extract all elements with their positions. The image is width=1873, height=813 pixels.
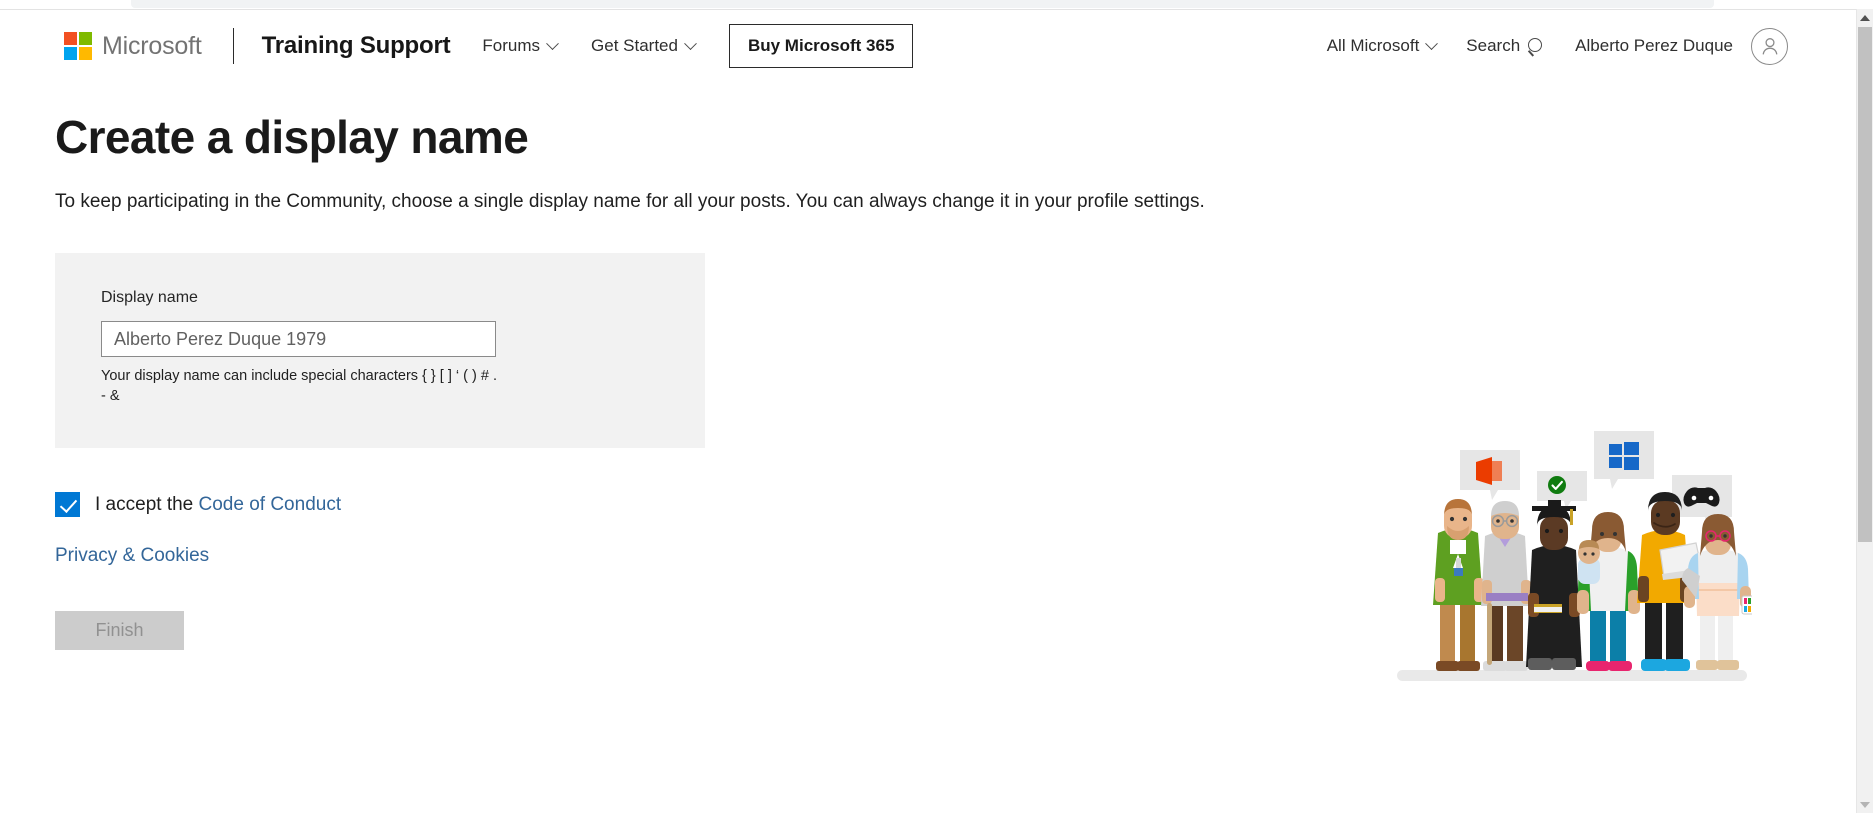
scrollbar-down-button[interactable] [1857, 796, 1873, 813]
header-divider [232, 28, 234, 64]
baby [1578, 540, 1600, 584]
privacy-and-cookies-link[interactable]: Privacy & Cookies [55, 545, 209, 567]
person-6 [1682, 514, 1755, 670]
person-4 [1577, 512, 1640, 671]
bubble-office [1460, 450, 1520, 500]
bubble-check [1537, 471, 1587, 509]
microsoft-logo-icon [64, 32, 92, 60]
triangle-up-icon [1860, 14, 1870, 21]
community-people-illustration [1392, 418, 1755, 703]
search-icon [1528, 37, 1545, 55]
browser-chrome-sliver [0, 0, 1873, 9]
accept-prefix: I accept the [95, 493, 194, 515]
buy-microsoft-365-button[interactable]: Buy Microsoft 365 [728, 24, 914, 68]
all-microsoft-label: All Microsoft [1326, 36, 1420, 55]
site-name-link[interactable]: Training Support [262, 32, 451, 60]
person-1 [1433, 499, 1484, 671]
scrollbar-thumb[interactable] [1858, 27, 1872, 542]
code-of-conduct-link[interactable]: Code of Conduct [199, 494, 342, 515]
accept-label: I accept the Code of Conduct [95, 494, 341, 516]
chevron-down-icon [1425, 36, 1439, 50]
page-subtitle: To keep participating in the Community, … [55, 190, 1205, 212]
accept-checkbox[interactable] [55, 492, 80, 518]
display-name-input[interactable] [101, 321, 496, 358]
header-utility-nav: All Microsoft Search Alberto Perez Duque [1326, 27, 1788, 65]
site-header: Microsoft Training Support Forums Get St… [0, 10, 1860, 82]
scrollbar-up-button[interactable] [1857, 9, 1873, 26]
browser-tab-strip [131, 0, 1714, 8]
display-name-help-text: Your display name can include special ch… [101, 368, 498, 404]
search-button[interactable]: Search [1466, 36, 1545, 56]
primary-nav: Forums Get Started Buy Microsoft 365 [482, 24, 914, 68]
user-avatar-icon [1751, 27, 1788, 65]
microsoft-wordmark: Microsoft [102, 31, 202, 60]
display-name-label: Display name [101, 289, 198, 307]
page-scrollbar[interactable] [1856, 9, 1873, 813]
account-menu[interactable]: Alberto Perez Duque [1575, 27, 1788, 65]
chevron-down-icon [546, 36, 559, 50]
triangle-down-icon [1860, 801, 1870, 808]
nav-item-label: Forums [482, 36, 541, 55]
search-label: Search [1466, 36, 1521, 55]
person-3 [1526, 500, 1582, 670]
finish-button[interactable]: Finish [55, 611, 184, 651]
display-name-form-card: Display name Your display name can inclu… [55, 253, 705, 449]
chevron-down-icon [684, 36, 697, 50]
nav-item-get-started[interactable]: Get Started [591, 36, 697, 56]
bubble-windows [1594, 431, 1654, 489]
nav-item-forums[interactable]: Forums [482, 36, 559, 56]
all-microsoft-menu[interactable]: All Microsoft [1326, 36, 1439, 56]
account-name: Alberto Perez Duque [1575, 36, 1733, 55]
microsoft-logo-link[interactable]: Microsoft [64, 32, 202, 61]
nav-item-label: Get Started [591, 36, 678, 55]
person-2 [1481, 501, 1531, 671]
phone [1741, 595, 1755, 615]
page-title: Create a display name [55, 111, 529, 163]
